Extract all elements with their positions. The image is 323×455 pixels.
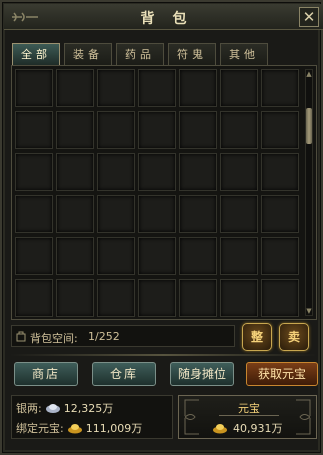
inventory-slot[interactable] bbox=[97, 237, 135, 275]
inventory-slot[interactable] bbox=[138, 111, 176, 149]
inventory-slot[interactable] bbox=[15, 237, 53, 275]
tab-bar: 全部 装备 药品 符鬼 其他 bbox=[12, 43, 268, 65]
inventory-slot[interactable] bbox=[138, 237, 176, 275]
inventory-slot[interactable] bbox=[138, 69, 176, 107]
inventory-slot[interactable] bbox=[56, 69, 94, 107]
inventory-slot[interactable] bbox=[97, 153, 135, 191]
inventory-slot[interactable] bbox=[15, 195, 53, 233]
inventory-slot[interactable] bbox=[138, 279, 176, 317]
capacity-label: 背包空间: bbox=[30, 332, 78, 345]
window-title: 背包 bbox=[140, 11, 205, 27]
inventory-slot[interactable] bbox=[220, 279, 258, 317]
inventory-window: 背包 ✕ 全部 装备 药品 符鬼 其他 ▲ ▼ 背包空间: 1/252 整 卖 … bbox=[0, 0, 323, 455]
inventory-slot[interactable] bbox=[220, 237, 258, 275]
inventory-slot[interactable] bbox=[220, 153, 258, 191]
inventory-slot[interactable] bbox=[220, 111, 258, 149]
inventory-slot[interactable] bbox=[56, 279, 94, 317]
scroll-up-icon[interactable]: ▲ bbox=[305, 70, 313, 78]
inventory-slot[interactable] bbox=[15, 153, 53, 191]
scrollbar[interactable]: ▲ ▼ bbox=[305, 69, 313, 316]
ingot-title: 元宝 bbox=[219, 400, 279, 416]
currency-box: 银两: 12,325万 绑定元宝: 111,009万 bbox=[11, 395, 173, 439]
inventory-slot[interactable] bbox=[97, 69, 135, 107]
close-button[interactable]: ✕ bbox=[299, 7, 319, 27]
inventory-slot[interactable] bbox=[97, 111, 135, 149]
inventory-slot[interactable] bbox=[179, 237, 217, 275]
inventory-slot[interactable] bbox=[261, 279, 299, 317]
bound-ingot-row: 绑定元宝: 111,009万 bbox=[16, 419, 142, 437]
warehouse-button[interactable]: 仓库 bbox=[92, 362, 156, 386]
inventory-slot[interactable] bbox=[15, 69, 53, 107]
sell-button[interactable]: 卖 bbox=[279, 323, 309, 351]
silver-row: 银两: 12,325万 bbox=[16, 399, 113, 417]
stall-button[interactable]: 随身摊位 bbox=[170, 362, 234, 386]
inventory-slot[interactable] bbox=[56, 111, 94, 149]
title-bar[interactable]: 背包 ✕ bbox=[4, 4, 323, 30]
scroll-thumb[interactable] bbox=[306, 108, 312, 144]
inventory-slot[interactable] bbox=[138, 195, 176, 233]
gold-ingot-icon bbox=[213, 424, 227, 434]
inventory-slot[interactable] bbox=[15, 111, 53, 149]
tab-all[interactable]: 全部 bbox=[12, 43, 60, 65]
ornament-icon bbox=[296, 399, 311, 435]
ingot-box: 元宝 40,931万 bbox=[178, 395, 317, 439]
inventory-slot[interactable] bbox=[220, 69, 258, 107]
inventory-slot[interactable] bbox=[97, 279, 135, 317]
inventory-slot[interactable] bbox=[56, 153, 94, 191]
capacity-bar: 背包空间: 1/252 bbox=[11, 325, 235, 347]
inventory-slot[interactable] bbox=[56, 237, 94, 275]
inventory-slot[interactable] bbox=[15, 279, 53, 317]
inventory-slot[interactable] bbox=[56, 195, 94, 233]
inventory-slot[interactable] bbox=[179, 279, 217, 317]
silver-label: 银两: bbox=[16, 402, 42, 415]
inventory-slot[interactable] bbox=[261, 195, 299, 233]
close-icon: ✕ bbox=[302, 8, 316, 26]
inventory-slot[interactable] bbox=[179, 69, 217, 107]
inventory-slot[interactable] bbox=[179, 111, 217, 149]
silver-icon bbox=[45, 404, 60, 413]
capacity-value: 1/252 bbox=[88, 330, 120, 343]
bag-icon bbox=[16, 331, 26, 342]
inventory-slot[interactable] bbox=[261, 111, 299, 149]
sort-button[interactable]: 整 bbox=[242, 323, 272, 351]
get-ingot-button[interactable]: 获取元宝 bbox=[246, 362, 318, 386]
inventory-slot[interactable] bbox=[261, 237, 299, 275]
shop-button[interactable]: 商店 bbox=[14, 362, 78, 386]
scroll-down-icon[interactable]: ▼ bbox=[305, 307, 313, 315]
inventory-slot[interactable] bbox=[261, 153, 299, 191]
inventory-grid-frame: ▲ ▼ bbox=[11, 65, 317, 320]
tab-equipment[interactable]: 装备 bbox=[64, 43, 112, 65]
inventory-slot[interactable] bbox=[220, 195, 258, 233]
divider bbox=[10, 354, 317, 356]
tab-talismans[interactable]: 符鬼 bbox=[168, 43, 216, 65]
silver-value: 12,325万 bbox=[63, 402, 114, 415]
inventory-slot[interactable] bbox=[261, 69, 299, 107]
gold-ingot-icon bbox=[67, 424, 82, 434]
bound-ingot-value: 111,009万 bbox=[85, 422, 143, 435]
ingot-row: 40,931万 bbox=[209, 420, 283, 436]
ingot-value: 40,931万 bbox=[233, 422, 283, 435]
bound-ingot-label: 绑定元宝: bbox=[16, 422, 64, 435]
inventory-grid bbox=[15, 69, 299, 317]
tab-other[interactable]: 其他 bbox=[220, 43, 268, 65]
inventory-slot[interactable] bbox=[97, 195, 135, 233]
tab-potions[interactable]: 药品 bbox=[116, 43, 164, 65]
ornament-icon bbox=[184, 399, 199, 435]
inventory-slot[interactable] bbox=[179, 195, 217, 233]
inventory-slot[interactable] bbox=[179, 153, 217, 191]
inventory-slot[interactable] bbox=[138, 153, 176, 191]
